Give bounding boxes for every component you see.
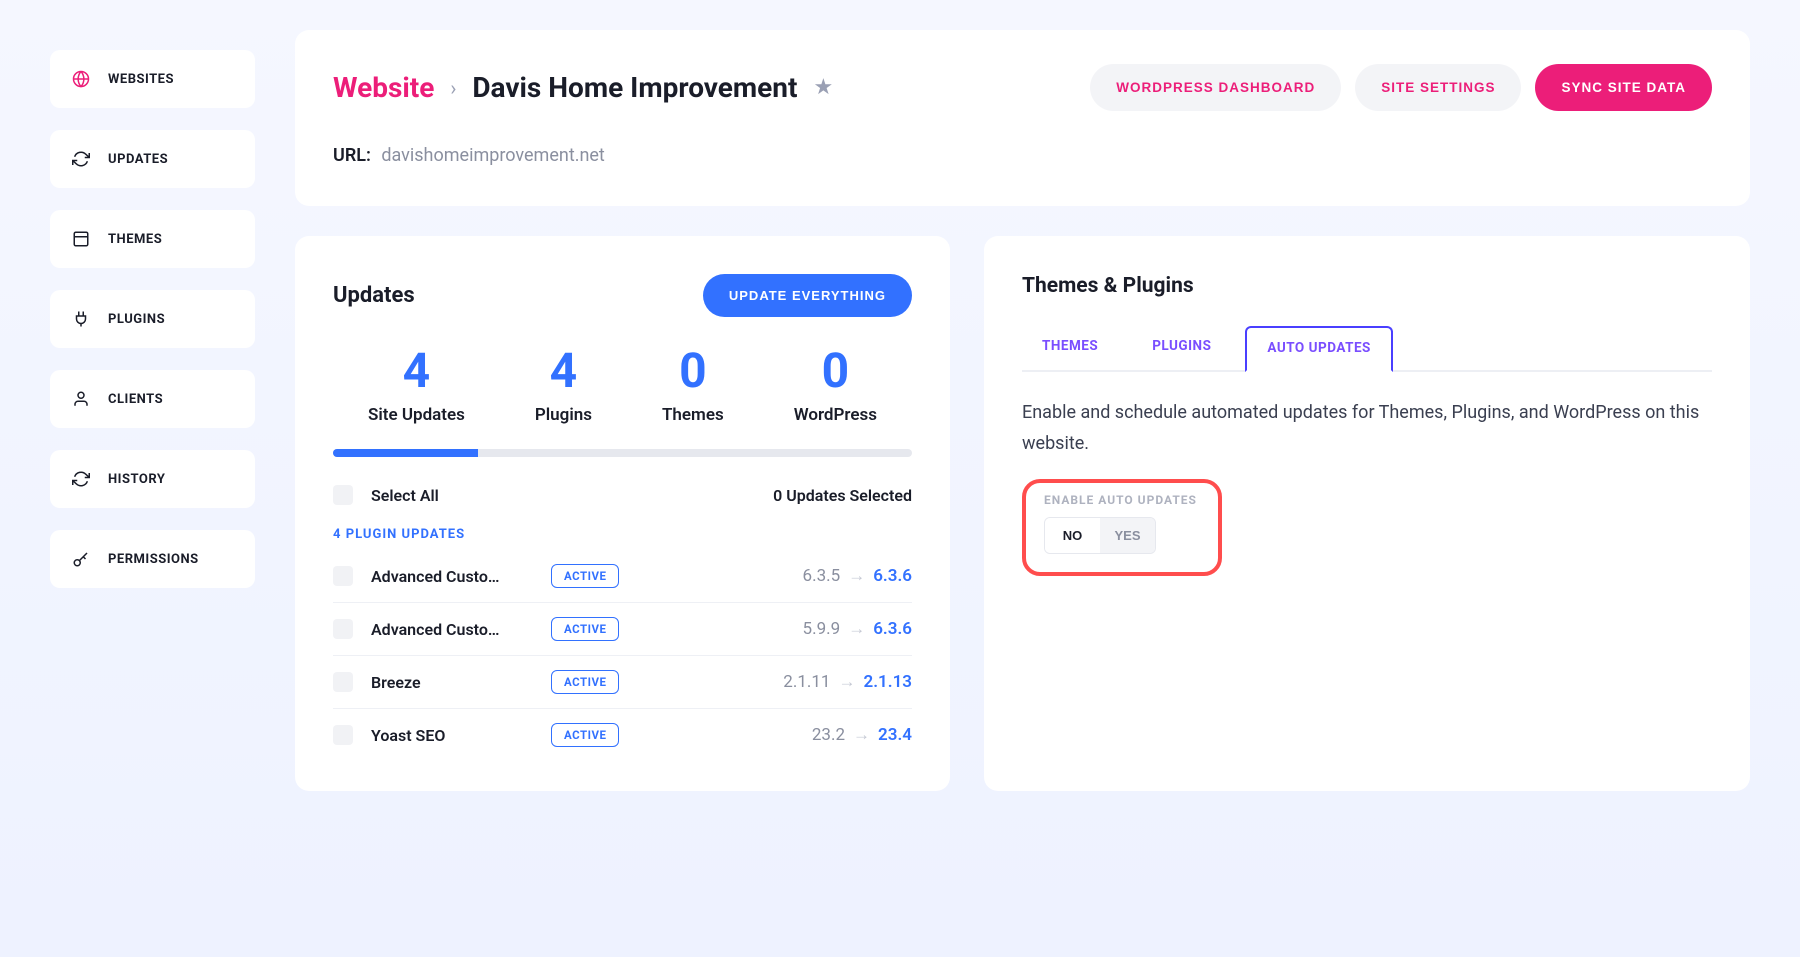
plugin-name[interactable]: Breeze (371, 673, 541, 692)
arrow-right-icon: → (848, 619, 865, 639)
tab-themes[interactable]: THEMES (1022, 326, 1118, 370)
plugin-version-old: 2.1.11 (783, 672, 830, 692)
plugin-row: Breeze ACTIVE 2.1.11 → 2.1.13 (333, 656, 912, 709)
url-value[interactable]: davishomeimprovement.net (381, 145, 604, 166)
themes-plugins-title: Themes & Plugins (1022, 274, 1712, 298)
arrow-right-icon: → (848, 566, 865, 586)
updates-panel: Updates UPDATE EVERYTHING 4 Site Updates… (295, 236, 950, 791)
stat-value: 4 (535, 347, 592, 395)
header-card: Website › Davis Home Improvement ★ WORDP… (295, 30, 1750, 206)
chevron-right-icon: › (450, 76, 456, 100)
plugin-name[interactable]: Advanced Custo… (371, 620, 541, 639)
stat-value: 0 (662, 347, 724, 395)
active-badge: ACTIVE (551, 564, 619, 588)
user-icon (72, 390, 90, 408)
sidebar-item-history[interactable]: HISTORY (50, 450, 255, 508)
sidebar-item-websites[interactable]: WEBSITES (50, 50, 255, 108)
history-icon (72, 470, 90, 488)
plugin-name[interactable]: Advanced Custo… (371, 567, 541, 586)
page-title: Davis Home Improvement (472, 71, 797, 104)
stat-value: 0 (794, 347, 877, 395)
star-icon[interactable]: ★ (813, 75, 833, 100)
sidebar-item-label: THEMES (108, 232, 162, 247)
stats-row: 4 Site Updates 4 Plugins 0 Themes 0 Word… (333, 347, 912, 425)
plugin-name[interactable]: Yoast SEO (371, 726, 541, 745)
auto-updates-description: Enable and schedule automated updates fo… (1022, 398, 1712, 459)
active-badge: ACTIVE (551, 670, 619, 694)
tab-plugins[interactable]: PLUGINS (1132, 326, 1231, 370)
plugin-row: Advanced Custo… ACTIVE 5.9.9 → 6.3.6 (333, 603, 912, 656)
plugin-version-old: 6.3.5 (803, 566, 841, 586)
auto-updates-highlight-box: ENABLE AUTO UPDATES NO YES (1022, 479, 1222, 576)
site-settings-button[interactable]: SITE SETTINGS (1355, 64, 1521, 111)
toggle-no-button[interactable]: NO (1045, 518, 1100, 553)
select-all-label: Select All (371, 486, 439, 505)
plugin-row: Advanced Custo… ACTIVE 6.3.5 → 6.3.6 (333, 550, 912, 603)
sidebar: WEBSITES UPDATES THEMES PLUGINS CLIENTS (50, 30, 255, 791)
stat-themes: 0 Themes (662, 347, 724, 425)
header-actions: WORDPRESS DASHBOARD SITE SETTINGS SYNC S… (1090, 64, 1712, 111)
stat-value: 4 (368, 347, 465, 395)
sidebar-item-label: PLUGINS (108, 312, 165, 327)
sidebar-item-updates[interactable]: UPDATES (50, 130, 255, 188)
refresh-icon (72, 150, 90, 168)
toggle-yes-button[interactable]: YES (1100, 518, 1155, 553)
tabs: THEMES PLUGINS AUTO UPDATES (1022, 326, 1712, 372)
plugin-version-new: 6.3.6 (873, 566, 912, 586)
globe-icon (72, 70, 90, 88)
sidebar-item-label: PERMISSIONS (108, 552, 199, 567)
plugin-checkbox[interactable] (333, 725, 353, 745)
breadcrumb-root[interactable]: Website (333, 71, 434, 104)
plug-icon (72, 310, 90, 328)
plugin-checkbox[interactable] (333, 672, 353, 692)
auto-updates-toggle: NO YES (1044, 517, 1156, 554)
sidebar-item-clients[interactable]: CLIENTS (50, 370, 255, 428)
themes-plugins-panel: Themes & Plugins THEMES PLUGINS AUTO UPD… (984, 236, 1750, 791)
select-all-checkbox[interactable] (333, 485, 353, 505)
plugin-checkbox[interactable] (333, 566, 353, 586)
plugin-version-new: 23.4 (878, 725, 912, 745)
plugin-version-new: 6.3.6 (873, 619, 912, 639)
sidebar-item-label: WEBSITES (108, 72, 174, 87)
plugin-version-new: 2.1.13 (863, 672, 912, 692)
stat-label: Plugins (535, 405, 592, 425)
tab-auto-updates[interactable]: AUTO UPDATES (1245, 326, 1392, 372)
sidebar-item-label: UPDATES (108, 152, 168, 167)
key-icon (72, 550, 90, 568)
plugin-updates-section-label: 4 PLUGIN UPDATES (333, 527, 912, 542)
sidebar-item-themes[interactable]: THEMES (50, 210, 255, 268)
stat-label: WordPress (794, 405, 877, 425)
sidebar-item-plugins[interactable]: PLUGINS (50, 290, 255, 348)
sidebar-item-permissions[interactable]: PERMISSIONS (50, 530, 255, 588)
active-badge: ACTIVE (551, 723, 619, 747)
stat-label: Themes (662, 405, 724, 425)
progress-bar (333, 449, 912, 457)
stat-wordpress: 0 WordPress (794, 347, 877, 425)
plugin-version-old: 23.2 (812, 725, 845, 745)
updates-title: Updates (333, 283, 415, 308)
arrow-right-icon: → (838, 672, 855, 692)
plugin-checkbox[interactable] (333, 619, 353, 639)
wordpress-dashboard-button[interactable]: WORDPRESS DASHBOARD (1090, 64, 1341, 111)
url-row: URL: davishomeimprovement.net (333, 145, 1712, 166)
arrow-right-icon: → (853, 725, 870, 745)
enable-auto-updates-label: ENABLE AUTO UPDATES (1044, 493, 1200, 507)
stat-site-updates: 4 Site Updates (368, 347, 465, 425)
sync-site-data-button[interactable]: SYNC SITE DATA (1535, 64, 1712, 111)
breadcrumb: Website › Davis Home Improvement ★ (333, 71, 833, 104)
stat-label: Site Updates (368, 405, 465, 425)
layout-icon (72, 230, 90, 248)
progress-fill (333, 449, 478, 457)
active-badge: ACTIVE (551, 617, 619, 641)
updates-selected-text: 0 Updates Selected (773, 486, 912, 505)
plugin-row: Yoast SEO ACTIVE 23.2 → 23.4 (333, 709, 912, 761)
sidebar-item-label: CLIENTS (108, 392, 163, 407)
plugin-version-old: 5.9.9 (803, 619, 841, 639)
sidebar-item-label: HISTORY (108, 472, 165, 487)
url-label: URL: (333, 145, 371, 166)
stat-plugins: 4 Plugins (535, 347, 592, 425)
update-everything-button[interactable]: UPDATE EVERYTHING (703, 274, 912, 317)
